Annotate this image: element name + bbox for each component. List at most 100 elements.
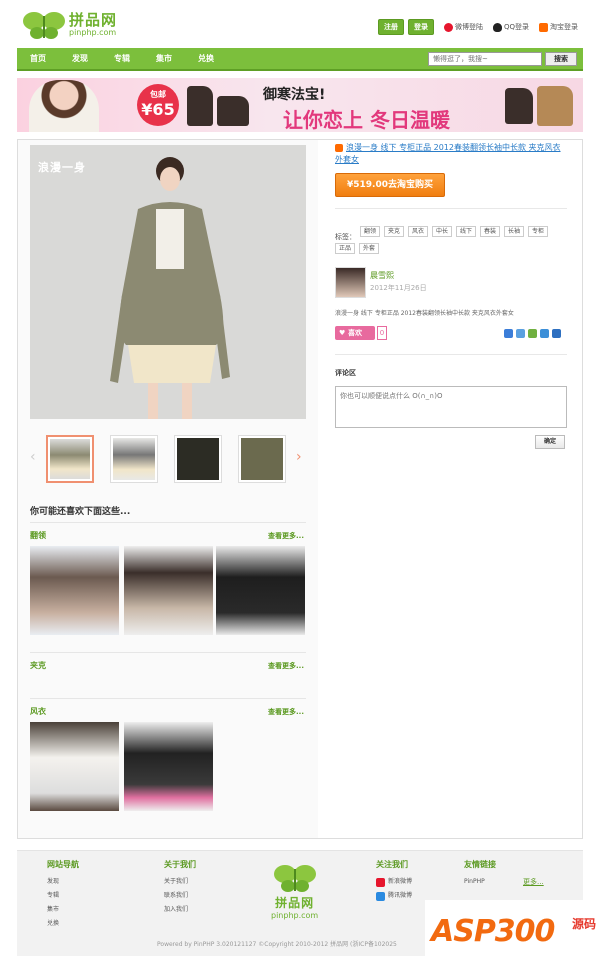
thumbnail[interactable]: [46, 435, 94, 483]
taobao-icon: [335, 143, 343, 152]
footer-logo[interactable]: 拼品网 pinphp.com: [271, 863, 318, 921]
related-item-image[interactable]: [216, 546, 305, 635]
footer-link[interactable]: 联系我们: [164, 889, 196, 903]
price-badge: 包邮 ¥65: [137, 84, 179, 126]
view-more-link[interactable]: 查看更多...: [268, 531, 304, 541]
main-content: 浪漫一身 ‹ › 你可能还喜欢下面这些... 翻领 查看更多... 夹克 查看更…: [17, 139, 583, 839]
like-count: 0: [377, 326, 387, 340]
footer-link-tencent-weibo[interactable]: 腾讯微博: [376, 889, 412, 903]
tag[interactable]: 夹克: [384, 226, 405, 237]
search-bar: 搜索: [428, 52, 577, 66]
tag[interactable]: 外套: [359, 243, 380, 254]
tag[interactable]: 春装: [480, 226, 501, 237]
footer-link[interactable]: 关于我们: [164, 875, 196, 889]
footer-col-site-nav: 网站导航 发现 专辑 集市 兑换: [47, 859, 79, 931]
chevron-right-icon[interactable]: ›: [296, 449, 302, 465]
weibo-login-link[interactable]: 微博登陆: [443, 22, 483, 32]
user-name-link[interactable]: 晨雪熙: [370, 270, 394, 281]
logo-title: 拼品网: [69, 11, 118, 29]
taobao-login-link[interactable]: 淘宝登录: [539, 22, 578, 32]
comment-input[interactable]: [335, 386, 567, 428]
related-item-image[interactable]: [124, 546, 213, 635]
related-section-title[interactable]: 翻领: [30, 530, 46, 541]
post-date: 2012年11月26日: [370, 284, 427, 292]
product-title-link[interactable]: 浪漫一身 线下 专柜正品 2012春装翻领长袖中长款 夹克风衣外套女: [335, 142, 565, 166]
qq-login-link[interactable]: QQ登录: [492, 22, 529, 32]
share-renren-icon[interactable]: [552, 329, 561, 338]
view-more-link[interactable]: 查看更多...: [268, 707, 304, 717]
related-item-image[interactable]: [30, 722, 119, 811]
nav-item-home[interactable]: 首页: [17, 53, 59, 64]
confirm-button[interactable]: 确定: [535, 435, 565, 449]
tag[interactable]: 正品: [335, 243, 356, 254]
related-section-title[interactable]: 夹克: [30, 660, 46, 671]
butterfly-logo-icon: [273, 865, 316, 892]
boot-image: [537, 86, 573, 126]
thumbnail[interactable]: [174, 435, 222, 483]
weibo-icon: [443, 22, 453, 32]
tag[interactable]: 线下: [456, 226, 477, 237]
tag[interactable]: 长袖: [504, 226, 525, 237]
tag[interactable]: 翻领: [360, 226, 381, 237]
footer-link[interactable]: 集市: [47, 903, 79, 917]
buy-on-taobao-button[interactable]: ¥519.00去淘宝购买: [335, 173, 445, 197]
avatar[interactable]: [335, 267, 366, 298]
related-item-image[interactable]: [30, 546, 119, 635]
footer-logo-title: 拼品网: [275, 896, 315, 910]
related-section-title[interactable]: 风衣: [30, 706, 46, 717]
view-more-link[interactable]: 查看更多...: [268, 661, 304, 671]
related-item-image[interactable]: [124, 722, 213, 811]
share-plus-icon[interactable]: [504, 329, 513, 338]
thumbnail[interactable]: [238, 435, 286, 483]
footer-link[interactable]: 加入我们: [164, 903, 196, 917]
brand-watermark: 浪漫一身: [38, 161, 86, 174]
footer-logo-subtitle: pinphp.com: [271, 911, 319, 920]
like-button[interactable]: ♥ 喜欢: [335, 326, 375, 340]
nav-item-albums[interactable]: 专辑: [101, 53, 143, 64]
login-button[interactable]: 登录: [407, 19, 434, 35]
footer-col-friend-links: 友情链接 PinPHP: [464, 859, 496, 889]
badge-price: ¥65: [141, 100, 175, 119]
footer-col-follow: 关注我们 新浪微博 腾讯微博: [376, 859, 412, 903]
comment-section-label: 评论区: [335, 369, 356, 377]
section-divider: [30, 652, 306, 653]
thumbnail-strip: ‹ ›: [30, 435, 306, 483]
weibo-icon: [376, 877, 385, 887]
badge-free-shipping: 包邮: [150, 90, 166, 99]
asp300-watermark: ASP300 源码: [425, 900, 600, 956]
footer-link[interactable]: 发现: [47, 875, 79, 889]
promo-banner[interactable]: 包邮 ¥65 御寒法宝! 让你恋上 冬日温暖: [17, 78, 583, 132]
footer-link-sina-weibo[interactable]: 新浪微博: [376, 875, 412, 889]
model-figure-image: [30, 145, 306, 419]
tags-label: 标签：: [335, 233, 356, 241]
nav-item-exchange[interactable]: 兑换: [185, 53, 227, 64]
share-douban-icon[interactable]: [528, 329, 537, 338]
footer-link[interactable]: 专辑: [47, 889, 79, 903]
product-main-photo[interactable]: 浪漫一身: [30, 145, 306, 419]
tag[interactable]: 中长: [432, 226, 453, 237]
footer-link[interactable]: 兑换: [47, 917, 79, 931]
chevron-left-icon[interactable]: ‹: [30, 449, 36, 465]
site-logo[interactable]: 拼品网 pinphp.com: [22, 8, 117, 42]
banner-model-image: [29, 80, 99, 132]
like-label: 喜欢: [348, 329, 362, 337]
search-button[interactable]: 搜索: [545, 52, 577, 66]
divider: [335, 208, 567, 209]
qq-icon: [492, 22, 502, 32]
nav-item-discover[interactable]: 发现: [59, 53, 101, 64]
taobao-login-label: 淘宝登录: [550, 23, 578, 31]
tag[interactable]: 专柜: [528, 226, 549, 237]
nav-item-market[interactable]: 集市: [143, 53, 185, 64]
friend-links-more[interactable]: 更多...: [523, 877, 544, 887]
footer-heading: 网站导航: [47, 860, 79, 869]
tencent-weibo-icon: [376, 891, 385, 901]
section-divider: [30, 698, 306, 699]
footer-link[interactable]: PinPHP: [464, 875, 496, 889]
tag[interactable]: 风衣: [408, 226, 429, 237]
thumbnail[interactable]: [110, 435, 158, 483]
qq-login-label: QQ登录: [503, 23, 529, 31]
share-weibo-icon[interactable]: [516, 329, 525, 338]
share-qzone-icon[interactable]: [540, 329, 549, 338]
register-button[interactable]: 注册: [377, 19, 404, 35]
search-input[interactable]: [428, 52, 542, 66]
